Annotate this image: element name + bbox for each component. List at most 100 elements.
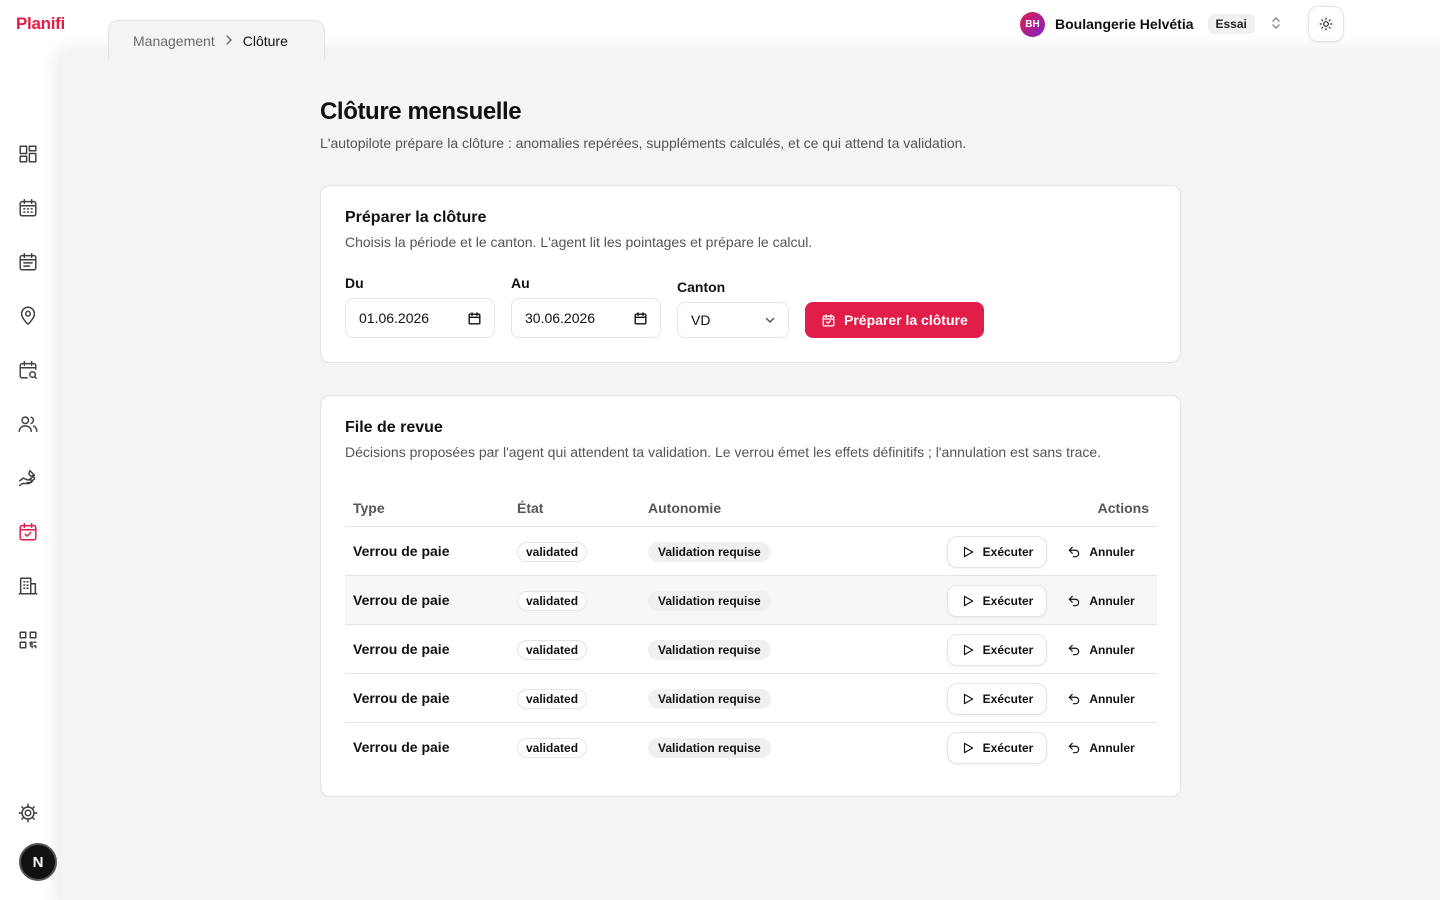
chevron-down-icon	[764, 314, 776, 326]
play-icon	[961, 643, 975, 657]
table-header: Type État Autonomie Actions	[345, 491, 1157, 527]
breadcrumb-current: Clôture	[242, 32, 288, 49]
calendar-grid-icon	[17, 197, 39, 219]
sidebar-item-availability[interactable]	[14, 356, 42, 384]
cancel-label: Annuler	[1089, 643, 1135, 657]
state-badge: validated	[517, 640, 588, 660]
prepare-card: Préparer la clôture Choisis la période e…	[320, 185, 1181, 363]
table-row: Verrou de paie validated Validation requ…	[345, 625, 1157, 674]
gear-icon	[17, 802, 39, 824]
cancel-button[interactable]: Annuler	[1063, 585, 1139, 617]
calendar-list-icon	[17, 251, 39, 273]
sidebar-item-locations[interactable]	[14, 302, 42, 330]
review-table: Type État Autonomie Actions Verrou de pa…	[345, 491, 1157, 772]
page-subtitle: L'autopilote prépare la clôture : anomal…	[320, 135, 967, 151]
sidebar-item-team[interactable]	[14, 410, 42, 438]
calendar-icon	[633, 311, 648, 326]
execute-button[interactable]: Exécuter	[947, 585, 1047, 617]
cancel-button[interactable]: Annuler	[1063, 683, 1139, 715]
row-type: Verrou de paie	[353, 739, 450, 755]
calendar-search-icon	[17, 359, 39, 381]
prepare-closing-label: Préparer la clôture	[844, 312, 968, 328]
from-date-input[interactable]: 01.06.2026	[345, 298, 495, 338]
sidebar-item-payroll[interactable]	[14, 464, 42, 492]
row-type: Verrou de paie	[353, 690, 450, 706]
to-date-input[interactable]: 30.06.2026	[511, 298, 661, 338]
autonomy-badge: Validation requise	[648, 542, 771, 562]
prepare-title: Préparer la clôture	[345, 209, 487, 226]
execute-label: Exécuter	[982, 545, 1034, 559]
prepare-subtitle: Choisis la période et le canton. L'agent…	[345, 234, 813, 250]
breadcrumb-parent[interactable]: Management	[133, 33, 215, 49]
cancel-label: Annuler	[1089, 692, 1135, 706]
state-badge: validated	[517, 689, 588, 709]
play-icon	[961, 741, 975, 755]
autonomy-badge: Validation requise	[648, 689, 771, 709]
sidebar	[0, 60, 56, 900]
building-icon	[17, 575, 39, 597]
column-actions: Actions	[1097, 500, 1149, 516]
undo-icon	[1067, 643, 1081, 657]
execute-label: Exécuter	[982, 692, 1034, 706]
breadcrumb: Management Clôture	[108, 20, 325, 60]
column-state: État	[517, 500, 544, 516]
calendar-check-icon	[17, 521, 39, 543]
autonomy-badge: Validation requise	[648, 640, 771, 660]
plan-badge: Essai	[1207, 14, 1255, 34]
undo-icon	[1067, 594, 1081, 608]
sidebar-item-planning[interactable]	[14, 194, 42, 222]
row-type: Verrou de paie	[353, 641, 450, 657]
app-logo[interactable]: Planifi	[16, 14, 65, 34]
user-avatar[interactable]: N	[19, 843, 57, 881]
location-pin-icon	[17, 305, 39, 327]
table-row: Verrou de paie validated Validation requ…	[345, 674, 1157, 723]
execute-button[interactable]: Exécuter	[947, 732, 1047, 764]
hand-pay-icon	[17, 467, 39, 489]
canton-select[interactable]: VD	[677, 302, 789, 338]
undo-icon	[1067, 692, 1081, 706]
sidebar-item-schedule[interactable]	[14, 248, 42, 276]
execute-button[interactable]: Exécuter	[947, 536, 1047, 568]
row-type: Verrou de paie	[353, 543, 450, 559]
cancel-button[interactable]: Annuler	[1063, 732, 1139, 764]
sidebar-item-qr[interactable]	[14, 626, 42, 654]
state-badge: validated	[517, 738, 588, 758]
page-title: Clôture mensuelle	[320, 98, 522, 125]
cancel-button[interactable]: Annuler	[1063, 634, 1139, 666]
undo-icon	[1067, 741, 1081, 755]
review-title: File de revue	[345, 419, 443, 436]
sidebar-item-closing[interactable]	[14, 518, 42, 546]
prepare-closing-button[interactable]: Préparer la clôture	[805, 302, 984, 338]
to-date-value: 30.06.2026	[525, 310, 596, 326]
autonomy-badge: Validation requise	[648, 591, 771, 611]
column-type: Type	[353, 500, 385, 516]
execute-button[interactable]: Exécuter	[947, 683, 1047, 715]
org-switcher[interactable]: BH Boulangerie Helvétia Essai	[1020, 11, 1281, 37]
review-card: File de revue Décisions proposées par l'…	[320, 395, 1181, 797]
sidebar-item-settings[interactable]	[14, 799, 42, 827]
state-badge: validated	[517, 591, 588, 611]
execute-button[interactable]: Exécuter	[947, 634, 1047, 666]
from-date-value: 01.06.2026	[359, 310, 430, 326]
theme-toggle-button[interactable]	[1308, 6, 1344, 42]
sidebar-item-dashboard[interactable]	[14, 140, 42, 168]
cancel-label: Annuler	[1089, 741, 1135, 755]
execute-label: Exécuter	[982, 741, 1034, 755]
autonomy-badge: Validation requise	[648, 738, 771, 758]
canton-value: VD	[691, 312, 711, 328]
calendar-icon	[467, 311, 482, 326]
sidebar-item-company[interactable]	[14, 572, 42, 600]
sun-icon	[1319, 17, 1333, 31]
cancel-label: Annuler	[1089, 545, 1135, 559]
org-name: Boulangerie Helvétia	[1055, 16, 1194, 32]
cancel-label: Annuler	[1089, 594, 1135, 608]
from-label: Du	[345, 275, 364, 291]
cancel-button[interactable]: Annuler	[1063, 536, 1139, 568]
play-icon	[961, 545, 975, 559]
calendar-check-icon	[821, 313, 836, 328]
chevron-right-icon	[225, 33, 233, 48]
column-autonomy: Autonomie	[648, 500, 722, 516]
table-row: Verrou de paie validated Validation requ…	[345, 527, 1157, 576]
table-row: Verrou de paie validated Validation requ…	[345, 723, 1157, 772]
review-subtitle: Décisions proposées par l'agent qui atte…	[345, 444, 1102, 460]
